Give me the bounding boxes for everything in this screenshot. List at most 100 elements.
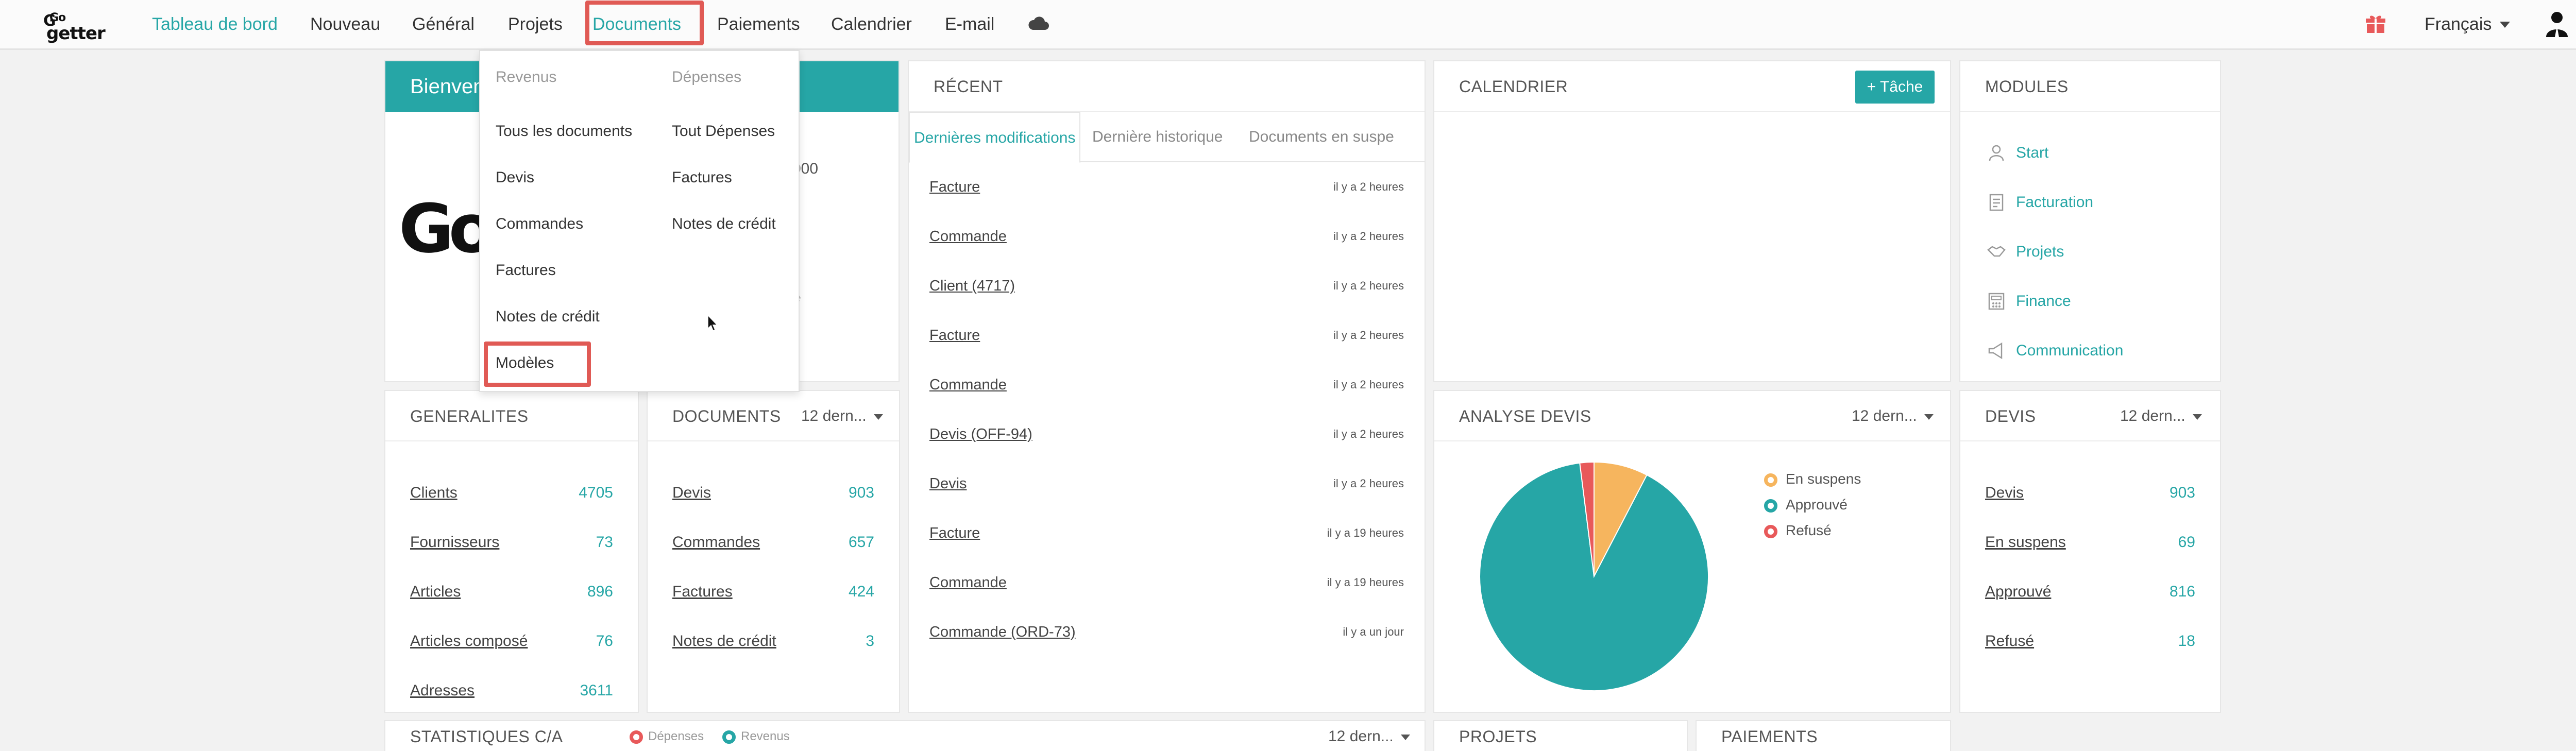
generalites-label[interactable]: Clients xyxy=(410,468,457,518)
menu-item-notes-de-credit[interactable]: Notes de crédit xyxy=(496,306,600,327)
generalites-count: 73 xyxy=(596,534,613,551)
generalites-label[interactable]: Articles composé xyxy=(410,617,528,666)
menu-item-tous-les-documents[interactable]: Tous les documents xyxy=(496,121,632,142)
menu-item-tout-depenses[interactable]: Tout Dépenses xyxy=(672,121,775,142)
tab-documents-en-suspens[interactable]: Documents en suspe xyxy=(1245,112,1398,162)
devis-row[interactable]: Approuvé 816 xyxy=(1960,567,2220,617)
legend-en-suspens[interactable]: En suspens xyxy=(1764,466,1861,492)
analyse-devis-title: ANALYSE DEVIS xyxy=(1459,407,1591,425)
recent-item-link[interactable]: Commande xyxy=(929,558,1007,607)
stats-period-select[interactable]: 12 dern... xyxy=(1328,721,1410,751)
cloud-icon[interactable] xyxy=(1028,14,1049,32)
documents-row[interactable]: Commandes 657 xyxy=(648,518,899,567)
recent-item-link[interactable]: Facture xyxy=(929,508,980,558)
language-selector[interactable]: Français xyxy=(2425,0,2492,49)
user-icon[interactable] xyxy=(2545,10,2569,38)
generalites-count: 76 xyxy=(596,633,613,650)
legend-approuve[interactable]: Approuvé xyxy=(1764,492,1848,518)
nav-general[interactable]: Général xyxy=(412,0,474,49)
nav-calendrier[interactable]: Calendrier xyxy=(831,0,912,49)
documents-label[interactable]: Devis xyxy=(672,468,711,518)
module-facturation[interactable]: Facturation xyxy=(1960,178,2220,227)
generalites-title: GENERALITES xyxy=(410,407,529,425)
period-label: 12 dern... xyxy=(1852,407,1917,424)
recent-item-link[interactable]: Devis (OFF-94) xyxy=(929,409,1032,459)
module-projets[interactable]: Projets xyxy=(1960,227,2220,277)
chevron-down-icon xyxy=(1400,734,1410,740)
gift-icon[interactable] xyxy=(2365,13,2386,35)
nav-paiements[interactable]: Paiements xyxy=(717,0,800,49)
nav-tableau-de-bord[interactable]: Tableau de bord xyxy=(152,0,278,49)
devis-panel: DEVIS 12 dern... Devis 903 En suspens 69 App… xyxy=(1959,390,2221,713)
nav-email[interactable]: E-mail xyxy=(945,0,994,49)
gogetter-logo[interactable]: Go G getter xyxy=(43,11,121,43)
nav-nouveau[interactable]: Nouveau xyxy=(310,0,380,49)
analyse-devis-panel: ANALYSE DEVIS 12 dern... En suspens Appr… xyxy=(1433,390,1951,713)
devis-row[interactable]: Refusé 18 xyxy=(1960,617,2220,666)
recent-panel: RÉCENT Dernières modifications Dernière … xyxy=(908,60,1426,713)
generalites-label[interactable]: Articles xyxy=(410,567,461,617)
chevron-down-icon[interactable] xyxy=(2500,22,2510,28)
analyse-period-select[interactable]: 12 dern... xyxy=(1852,391,1934,441)
devis-label[interactable]: Devis xyxy=(1985,468,2024,518)
tab-derniere-historique[interactable]: Dernière historique xyxy=(1088,112,1227,162)
menu-header-revenus: Revenus xyxy=(496,69,557,86)
devis-row[interactable]: Devis 903 xyxy=(1960,468,2220,518)
recent-tabs: Dernières modifications Dernière histori… xyxy=(909,112,1425,163)
menu-item-factures-depenses[interactable]: Factures xyxy=(672,167,732,188)
module-communication[interactable]: Communication xyxy=(1960,326,2220,376)
recent-item-link[interactable]: Commande xyxy=(929,360,1007,409)
recent-item: Facture il y a 19 heures xyxy=(909,508,1425,558)
megaphone-icon xyxy=(1988,342,2003,360)
recent-item-link[interactable]: Facture xyxy=(929,311,980,360)
generalites-row[interactable]: Articles 896 xyxy=(385,567,638,617)
generalites-label[interactable]: Fournisseurs xyxy=(410,518,499,567)
documents-row[interactable]: Devis 903 xyxy=(648,468,899,518)
documents-row[interactable]: Notes de crédit 3 xyxy=(648,617,899,666)
documents-label[interactable]: Factures xyxy=(672,567,733,617)
legend-refuse[interactable]: Refusé xyxy=(1764,518,1832,543)
add-task-button[interactable]: + Tâche xyxy=(1855,71,1935,104)
generalites-row[interactable]: Adresses 3611 xyxy=(385,666,638,715)
nav-projets[interactable]: Projets xyxy=(508,0,563,49)
recent-header: RÉCENT xyxy=(909,61,1425,112)
recent-item-link[interactable]: Client (4717) xyxy=(929,261,1015,311)
period-label: 12 dern... xyxy=(2120,407,2185,424)
legend-depenses[interactable]: Dépenses xyxy=(630,721,704,751)
module-label: Facturation xyxy=(2016,194,2094,211)
menu-item-devis[interactable]: Devis xyxy=(496,167,534,188)
menu-item-commandes[interactable]: Commandes xyxy=(496,214,583,234)
devis-header: DEVIS 12 dern... xyxy=(1960,391,2220,441)
documents-header: DOCUMENTS 12 dern... xyxy=(648,391,899,441)
documents-row[interactable]: Factures 424 xyxy=(648,567,899,617)
paiements-panel: PAIEMENTS xyxy=(1696,720,1951,751)
generalites-row[interactable]: Articles composé 76 xyxy=(385,617,638,666)
statistiques-ca-title: STATISTIQUES C/A xyxy=(410,727,563,746)
generalites-row[interactable]: Clients 4705 xyxy=(385,468,638,518)
devis-count: 18 xyxy=(2178,633,2195,650)
menu-item-notes-de-credit-depenses[interactable]: Notes de crédit xyxy=(672,214,776,234)
devis-label[interactable]: En suspens xyxy=(1985,518,2066,567)
recent-item-link[interactable]: Facture xyxy=(929,162,980,212)
devis-row[interactable]: En suspens 69 xyxy=(1960,518,2220,567)
legend-dot-icon xyxy=(722,730,736,744)
documents-count: 903 xyxy=(848,484,874,501)
generalites-label[interactable]: Adresses xyxy=(410,666,474,715)
recent-item-link[interactable]: Commande xyxy=(929,212,1007,261)
devis-label[interactable]: Refusé xyxy=(1985,617,2034,666)
recent-item-link[interactable]: Devis xyxy=(929,459,967,508)
module-finance[interactable]: Finance xyxy=(1960,277,2220,326)
recent-item-link[interactable]: Commande (ORD-73) xyxy=(929,607,1076,657)
documents-label[interactable]: Notes de crédit xyxy=(672,617,776,666)
documents-label[interactable]: Commandes xyxy=(672,518,760,567)
generalites-row[interactable]: Fournisseurs 73 xyxy=(385,518,638,567)
module-start[interactable]: Start xyxy=(1960,128,2220,178)
devis-label[interactable]: Approuvé xyxy=(1985,567,2051,617)
recent-item: Devis il y a 2 heures xyxy=(909,459,1425,508)
tab-dernieres-modifications[interactable]: Dernières modifications xyxy=(909,112,1081,163)
recent-item: Facture il y a 2 heures xyxy=(909,311,1425,360)
menu-item-factures[interactable]: Factures xyxy=(496,260,556,281)
documents-period-select[interactable]: 12 dern... xyxy=(801,391,883,441)
devis-period-select[interactable]: 12 dern... xyxy=(2120,391,2202,441)
legend-revenus[interactable]: Revenus xyxy=(722,721,790,751)
